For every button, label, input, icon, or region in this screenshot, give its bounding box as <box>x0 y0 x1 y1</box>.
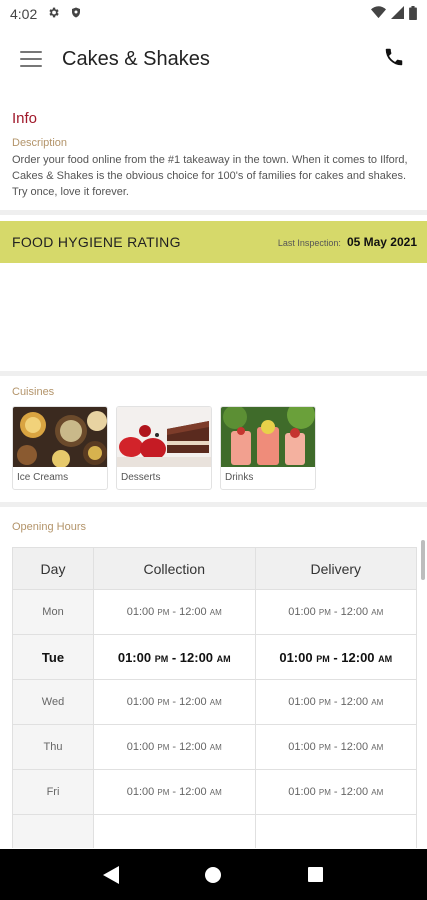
info-title: Info <box>12 110 38 127</box>
delivery-cell: 01:00 PM - 12:00 AM <box>254 724 417 770</box>
cuisine-name: Drinks <box>225 472 254 483</box>
app-bar: Cakes & Shakes <box>0 28 427 90</box>
description-label: Description <box>12 137 68 149</box>
delivery-cell: 01:00 PM - 12:00 AM <box>254 679 417 725</box>
hamburger-icon[interactable] <box>20 51 42 67</box>
collection-cell: 01:00 PM - 12:00 AM <box>93 679 256 725</box>
cuisine-card-ice-creams[interactable]: Ice Creams <box>12 406 108 490</box>
info-section: Info Description Order your food online … <box>0 90 427 210</box>
cuisines-section: Cuisines Ice Creams Desserts Drinks <box>0 376 427 502</box>
cuisine-name: Desserts <box>121 472 161 483</box>
day-cell: Wed <box>12 679 94 725</box>
home-icon[interactable] <box>201 863 225 887</box>
shield-icon <box>70 6 82 22</box>
opening-hours-label: Opening Hours <box>12 521 86 533</box>
table-row: Thu 01:00 PM - 12:00 AM 01:00 PM - 12:00… <box>12 724 417 770</box>
ice-creams-image <box>13 407 107 467</box>
delivery-cell <box>254 814 417 848</box>
day-cell: Tue <box>12 634 94 680</box>
table-header-row: Day Collection Delivery <box>12 547 417 590</box>
collection-cell: 01:00 PM - 12:00 AM <box>93 769 256 815</box>
gear-icon <box>47 6 60 22</box>
cuisine-name: Ice Creams <box>17 472 69 483</box>
table-row-today: Tue 01:00 PM - 12:00 AM 01:00 PM - 12:00… <box>12 634 417 680</box>
last-inspection-date: 05 May 2021 <box>346 235 417 249</box>
cuisine-card-desserts[interactable]: Desserts <box>116 406 212 490</box>
battery-icon <box>409 5 417 23</box>
delivery-cell: 01:00 PM - 12:00 AM <box>254 589 417 635</box>
delivery-cell: 01:00 PM - 12:00 AM <box>254 634 417 680</box>
opening-hours-table: Day Collection Delivery Mon 01:00 PM - 1… <box>12 547 417 848</box>
table-row: Mon 01:00 PM - 12:00 AM 01:00 PM - 12:00… <box>12 589 417 635</box>
desserts-image <box>117 407 211 467</box>
day-cell: Mon <box>12 589 94 635</box>
header-day: Day <box>12 547 94 590</box>
header-collection: Collection <box>93 547 256 590</box>
table-row: Fri 01:00 PM - 12:00 AM 01:00 PM - 12:00… <box>12 769 417 815</box>
status-right <box>371 5 417 23</box>
cuisine-card-drinks[interactable]: Drinks <box>220 406 316 490</box>
header-delivery: Delivery <box>254 547 417 590</box>
drinks-image <box>221 407 315 467</box>
opening-hours-section: Opening Hours Day Collection Delivery Mo… <box>0 507 427 848</box>
back-icon[interactable] <box>99 863 123 887</box>
signal-icon <box>391 6 404 22</box>
phone-icon[interactable] <box>383 46 405 73</box>
last-inspection-label: Last Inspection: <box>277 238 341 248</box>
collection-cell: 01:00 PM - 12:00 AM <box>93 589 256 635</box>
main-content[interactable]: Info Description Order your food online … <box>0 90 427 848</box>
collection-cell <box>93 814 256 848</box>
cuisine-list: Ice Creams Desserts Drinks <box>12 406 415 490</box>
recents-icon[interactable] <box>304 863 328 887</box>
status-bar: 4:02 <box>0 0 427 28</box>
last-inspection: Last Inspection: 05 May 2021 <box>278 235 417 249</box>
collection-cell: 01:00 PM - 12:00 AM <box>93 724 256 770</box>
wifi-icon <box>371 6 386 22</box>
system-nav-bar <box>0 849 427 900</box>
day-cell: Thu <box>12 724 94 770</box>
status-left: 4:02 <box>10 6 82 22</box>
collection-cell: 01:00 PM - 12:00 AM <box>93 634 256 680</box>
cuisines-label: Cuisines <box>12 386 55 398</box>
hygiene-rating-banner: FOOD HYGIENE RATING Last Inspection: 05 … <box>0 221 427 263</box>
table-row <box>12 814 417 848</box>
hygiene-rating-area <box>0 263 427 371</box>
divider <box>0 210 427 215</box>
table-row: Wed 01:00 PM - 12:00 AM 01:00 PM - 12:00… <box>12 679 417 725</box>
day-cell <box>12 814 94 848</box>
hygiene-title: FOOD HYGIENE RATING <box>12 234 181 250</box>
scrollbar-thumb[interactable] <box>421 540 425 580</box>
day-cell: Fri <box>12 769 94 815</box>
delivery-cell: 01:00 PM - 12:00 AM <box>254 769 417 815</box>
app-title: Cakes & Shakes <box>62 47 210 70</box>
description-text: Order your food online from the #1 takea… <box>12 154 408 198</box>
status-time: 4:02 <box>10 6 38 22</box>
